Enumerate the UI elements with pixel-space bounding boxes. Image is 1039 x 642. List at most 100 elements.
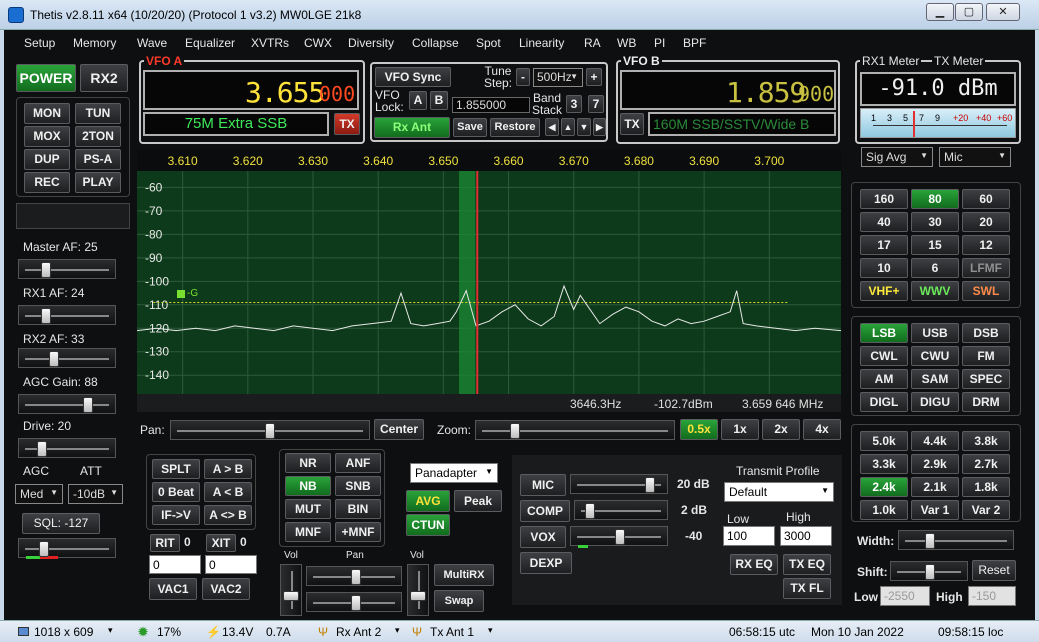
band-lfmf[interactable]: LFMF [962,258,1010,278]
comp-thumb[interactable] [585,503,595,519]
minimize-button[interactable]: ▁ [926,3,954,21]
xit-input[interactable]: 0 [205,555,257,574]
band-stack-3[interactable]: 3 [566,95,582,113]
zoom-1x[interactable]: 1x [721,419,759,440]
mode-spec[interactable]: SPEC [962,369,1010,389]
agc-gain-slider[interactable] [18,394,116,414]
if-to-v-button[interactable]: IF->V [152,505,200,525]
filter-width-thumb[interactable] [925,533,935,549]
a-swap-b-button[interactable]: A <> B [204,505,252,525]
power-button[interactable]: POWER [16,64,76,92]
mic-slider[interactable] [570,474,668,494]
filter-3.8k[interactable]: 3.8k [962,431,1010,451]
vfo-restore-button[interactable]: Restore [490,118,540,137]
panadapter[interactable]: 3.610 3.620 3.630 3.640 3.650 3.660 3.670 3.680… [136,150,842,412]
band-vhfplus[interactable]: VHF+ [860,281,908,301]
band-wwv[interactable]: WWV [911,281,959,301]
tx-antenna[interactable]: Tx Ant 1 [430,625,474,639]
vox-slider[interactable] [570,526,668,546]
close-button[interactable]: ✕ [986,3,1020,21]
anf-button[interactable]: ANF [335,453,381,473]
mic-thumb[interactable] [645,477,655,493]
band-12[interactable]: 12 [962,235,1010,255]
mode-dsb[interactable]: DSB [962,323,1010,343]
filter-var2[interactable]: Var 2 [962,500,1010,520]
band-20[interactable]: 20 [962,212,1010,232]
drive-thumb[interactable] [37,441,47,457]
vfo-lock-b[interactable]: B [430,91,448,110]
band-10[interactable]: 10 [860,258,908,278]
menu-memory[interactable]: Memory [73,36,116,50]
vox-button[interactable]: VOX [520,526,566,548]
vol2-thumb[interactable] [410,591,426,601]
mode-am[interactable]: AM [860,369,908,389]
rx-antenna-dropdown-icon[interactable]: ▾ [395,625,400,636]
band-17[interactable]: 17 [860,235,908,255]
mode-digu[interactable]: DIGU [911,392,959,412]
mode-usb[interactable]: USB [911,323,959,343]
psa-button[interactable]: PS-A [75,149,121,170]
filter-2.9k[interactable]: 2.9k [911,454,959,474]
rx2-af-slider[interactable] [18,348,116,368]
zoom-2x[interactable]: 2x [762,419,800,440]
peak-button[interactable]: Peak [454,490,502,512]
menu-ra[interactable]: RA [584,36,601,50]
mode-sam[interactable]: SAM [911,369,959,389]
band-15[interactable]: 15 [911,235,959,255]
tx-low-input[interactable]: 100 [723,526,775,546]
band-stack-7[interactable]: 7 [588,95,604,113]
mode-drm[interactable]: DRM [962,392,1010,412]
bin-button[interactable]: BIN [335,499,381,519]
vol2-slider[interactable] [407,564,429,616]
band-stack-down-icon[interactable]: ▼ [577,118,591,136]
agc-mode-select[interactable]: Med [15,484,63,504]
mode-lsb[interactable]: LSB [860,323,908,343]
band-stack-next-icon[interactable]: ▶ [593,118,606,136]
zoom-4x[interactable]: 4x [803,419,841,440]
rx-eq-button[interactable]: RX EQ [730,554,778,575]
band-stack-up-icon[interactable]: ▲ [561,118,575,136]
filter-high-input[interactable]: -150 [968,586,1016,606]
xit-button[interactable]: XIT [206,534,236,552]
menu-cwx[interactable]: CWX [304,36,332,50]
maximize-button[interactable]: ▢ [955,3,983,21]
dexp-button[interactable]: DEXP [520,552,572,574]
zero-beat-button[interactable]: 0 Beat [152,482,200,502]
sql-thumb[interactable] [39,541,49,557]
vfo-sync-button[interactable]: VFO Sync [375,67,451,87]
drive-slider[interactable] [18,438,116,458]
menu-bpf[interactable]: BPF [683,36,706,50]
filter-1.0k[interactable]: 1.0k [860,500,908,520]
tx-meter-select[interactable]: Mic [939,147,1011,167]
pan-mix-slider-1[interactable] [306,566,402,586]
mode-fm[interactable]: FM [962,346,1010,366]
menu-xvtrs[interactable]: XVTRs [251,36,289,50]
multirx-button[interactable]: MultiRX [434,564,494,586]
band-swl[interactable]: SWL [962,281,1010,301]
band-6[interactable]: 6 [911,258,959,278]
tx-eq-button[interactable]: TX EQ [783,554,831,575]
mon-button[interactable]: MON [24,103,70,124]
pan-slider[interactable] [170,420,370,440]
play-button[interactable]: PLAY [75,172,121,193]
filter-4.4k[interactable]: 4.4k [911,431,959,451]
rx-ant-button[interactable]: Rx Ant [374,117,450,138]
vfo-b-display[interactable]: 1.859 900 [620,70,836,110]
zoom-0.5x[interactable]: 0.5x [680,419,718,440]
nb-button[interactable]: NB [285,476,331,496]
filter-shift-thumb[interactable] [925,564,935,580]
a-to-b-button[interactable]: A > B [204,459,252,479]
snb-button[interactable]: SNB [335,476,381,496]
menu-pi[interactable]: PI [654,36,665,50]
filter-2.4k[interactable]: 2.4k [860,477,908,497]
pan-mix-slider-2[interactable] [306,592,402,612]
mnf-button[interactable]: MNF [285,522,331,542]
band-160[interactable]: 160 [860,189,908,209]
tx-high-input[interactable]: 3000 [780,526,832,546]
menu-equalizer[interactable]: Equalizer [185,36,235,50]
pan-mix-thumb-2[interactable] [351,595,361,611]
vol-slider[interactable] [280,564,302,616]
vfo-a-tx-button[interactable]: TX [334,113,360,135]
vol-thumb[interactable] [283,591,299,601]
filter-2.1k[interactable]: 2.1k [911,477,959,497]
